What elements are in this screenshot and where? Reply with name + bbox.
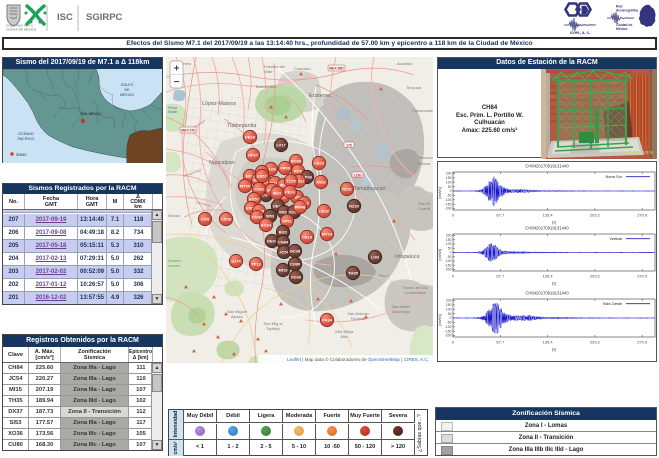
- svg-text:-100: -100: [445, 325, 452, 329]
- svg-text:Vertical: Vertical: [610, 237, 623, 241]
- svg-text:[cm/s/s]: [cm/s/s]: [438, 314, 442, 326]
- svg-text:100: 100: [446, 180, 452, 184]
- svg-text:-150: -150: [445, 329, 452, 333]
- svg-text:Este-Oeste: Este-Oeste: [603, 302, 622, 306]
- svg-text:[s]: [s]: [552, 281, 556, 286]
- svg-text:67.7: 67.7: [496, 274, 505, 279]
- svg-text:[cm/s/s]: [cm/s/s]: [438, 249, 442, 261]
- svg-text:203.2: 203.2: [590, 213, 601, 218]
- svg-text:135.4: 135.4: [543, 340, 554, 345]
- svg-text:200: 200: [446, 172, 452, 176]
- svg-text:-150: -150: [445, 202, 452, 206]
- svg-text:[s]: [s]: [552, 220, 556, 225]
- svg-text:-200: -200: [445, 268, 452, 272]
- svg-text:50: 50: [448, 185, 452, 189]
- svg-text:-200: -200: [445, 207, 452, 211]
- svg-text:135.4: 135.4: [543, 274, 554, 279]
- svg-text:270.9: 270.9: [637, 213, 648, 218]
- svg-text:270.9: 270.9: [637, 340, 648, 345]
- svg-text:[s]: [s]: [552, 347, 556, 352]
- svg-text:-200: -200: [445, 334, 452, 338]
- svg-text:-100: -100: [445, 198, 452, 202]
- svg-text:135.4: 135.4: [543, 213, 554, 218]
- svg-text:0: 0: [450, 189, 452, 193]
- svg-text:Norte-Sur: Norte-Sur: [606, 175, 623, 179]
- svg-text:67.7: 67.7: [496, 340, 505, 345]
- svg-text:270.9: 270.9: [637, 274, 648, 279]
- svg-text:203.2: 203.2: [590, 274, 601, 279]
- svg-text:100: 100: [446, 307, 452, 311]
- svg-text:CH8420170919131440: CH8420170919131440: [525, 226, 569, 231]
- svg-text:0: 0: [452, 274, 455, 279]
- svg-text:[cm/s/s]: [cm/s/s]: [438, 187, 442, 199]
- svg-text:0: 0: [450, 316, 452, 320]
- svg-text:67.7: 67.7: [496, 213, 505, 218]
- svg-text:203.2: 203.2: [590, 340, 601, 345]
- svg-text:CH8420170919131440: CH8420170919131440: [525, 291, 569, 296]
- svg-text:CH8420170919131440: CH8420170919131440: [525, 164, 569, 169]
- svg-text:0: 0: [452, 340, 455, 345]
- svg-text:200: 200: [446, 299, 452, 303]
- svg-text:50: 50: [448, 312, 452, 316]
- svg-text:0: 0: [452, 213, 455, 218]
